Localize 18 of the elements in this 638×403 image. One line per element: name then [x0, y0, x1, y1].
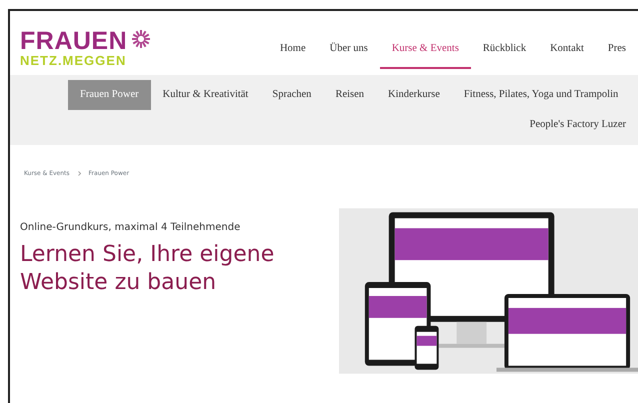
nav-link[interactable]: Über uns — [318, 41, 380, 69]
course-subtitle: Online-Grundkurs, maximal 4 Teilnehmende — [20, 221, 242, 236]
nav-link[interactable]: Kontakt — [538, 41, 596, 69]
subnav-link[interactable]: Sprachen — [260, 80, 324, 110]
subnav-link[interactable]: Kinderkurse — [376, 80, 452, 110]
nav-link[interactable]: Pres — [596, 41, 638, 69]
nav-link[interactable]: Kurse & Events — [380, 41, 471, 69]
subnav-link[interactable]: Fitness, Pilates, Yoga und Trampolin — [452, 80, 630, 110]
subnav-link[interactable]: People's Factory Luzer — [518, 110, 638, 140]
logo-subtitle: NETZ.MEGGEN — [20, 54, 128, 67]
nav-link[interactable]: Rückblick — [470, 41, 538, 69]
chevron-icon — [78, 171, 81, 176]
page-heading: Lernen Sie, Ihre eigene Website zu bauen — [20, 241, 276, 296]
subnav-link[interactable]: Kultur & Kreativität — [150, 80, 260, 110]
flower-icon — [131, 29, 152, 49]
logo-title: FRAUEN — [20, 29, 128, 54]
nav-link[interactable]: Home — [268, 41, 318, 69]
subnav-link[interactable]: Reisen — [323, 80, 376, 110]
